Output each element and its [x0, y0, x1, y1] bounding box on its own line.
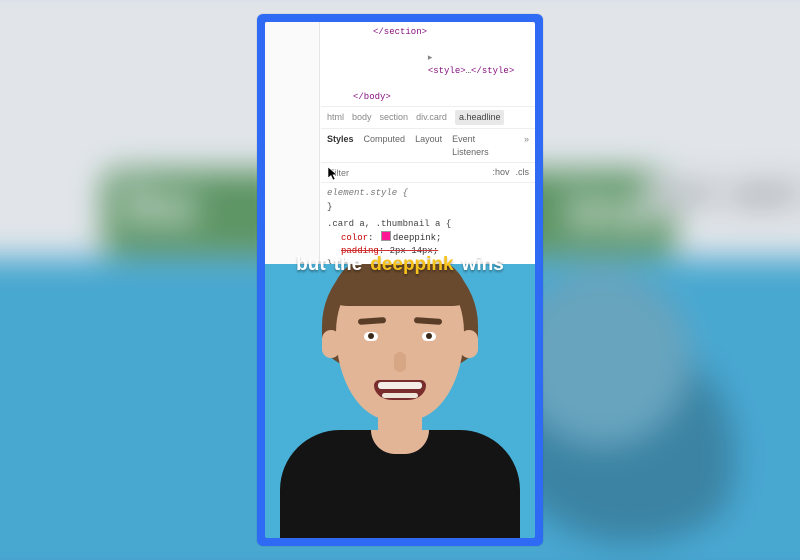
caption-word-but: but	[296, 254, 326, 276]
devtools-panel: </section> ▸ <style>…</style> </body> ht…	[265, 22, 535, 264]
dom-style-open[interactable]: <style>	[428, 66, 466, 76]
prop-name-color: color	[341, 233, 368, 243]
vertical-video-inner: </section> ▸ <style>…</style> </body> ht…	[265, 22, 535, 538]
dom-body-close[interactable]: </body>	[353, 92, 391, 102]
presenter-eye-left	[364, 332, 378, 341]
dom-style-close[interactable]: </style>	[471, 66, 514, 76]
breadcrumb-aheadline[interactable]: a.headline	[455, 110, 505, 125]
dom-line-section-close[interactable]: </section>	[373, 27, 427, 37]
dom-breadcrumb[interactable]: html body section div.card a.headline	[321, 106, 535, 129]
caption-word-deeppink: deeppink	[370, 254, 453, 276]
bg-user-agent-label: user agen	[646, 176, 800, 215]
breadcrumb-section[interactable]: section	[380, 111, 409, 124]
video-caption: but the deeppink wins	[296, 254, 504, 276]
color-swatch-deeppink[interactable]	[381, 231, 391, 241]
presenter-teeth-upper	[378, 382, 422, 389]
webcam-video	[265, 264, 535, 538]
breadcrumb-divcard[interactable]: div.card	[416, 111, 447, 124]
devtools-gutter	[265, 22, 320, 264]
tab-computed[interactable]: Computed	[364, 133, 406, 159]
prop-val-deeppink: deeppink	[393, 233, 436, 243]
breadcrumb-html[interactable]: html	[327, 111, 344, 124]
cls-toggle[interactable]: .cls	[516, 166, 530, 179]
presenter-nose	[394, 352, 406, 372]
styles-filter-bar: :hov .cls	[321, 163, 535, 183]
tabs-overflow-icon[interactable]: »	[524, 133, 529, 159]
caption-word-wins: wins	[462, 254, 504, 276]
mouse-cursor-icon	[328, 167, 338, 181]
bg-caption-left: bu	[103, 165, 217, 244]
rule-card-a-color[interactable]: color: deeppink;	[327, 231, 529, 245]
dom-expand-toggle[interactable]: ▸	[428, 53, 433, 63]
element-style-selector[interactable]: element.style {	[327, 188, 408, 198]
tab-styles[interactable]: Styles	[327, 133, 354, 159]
presenter-eye-right	[422, 332, 436, 341]
hov-toggle[interactable]: :hov	[492, 166, 509, 179]
styles-filter-input[interactable]	[327, 167, 431, 179]
dom-tree[interactable]: </section> ▸ <style>…</style> </body>	[321, 22, 535, 106]
presenter-figure	[285, 264, 515, 538]
vertical-video-frame: </section> ▸ <style>…</style> </body> ht…	[257, 14, 543, 546]
tab-layout[interactable]: Layout	[415, 133, 442, 159]
screenshot-stage: bu ins user agen </section> ▸ <style>…</…	[0, 0, 800, 560]
rule-card-a-selector[interactable]: .card a, .thumbnail a {	[327, 218, 529, 231]
breadcrumb-body[interactable]: body	[352, 111, 372, 124]
element-style-close: }	[327, 202, 332, 212]
caption-word-the: the	[334, 254, 363, 276]
tab-event-listeners[interactable]: Event Listeners	[452, 133, 514, 159]
styles-tabs: Styles Computed Layout Event Listeners »	[321, 129, 535, 163]
presenter-teeth-lower	[382, 393, 418, 398]
